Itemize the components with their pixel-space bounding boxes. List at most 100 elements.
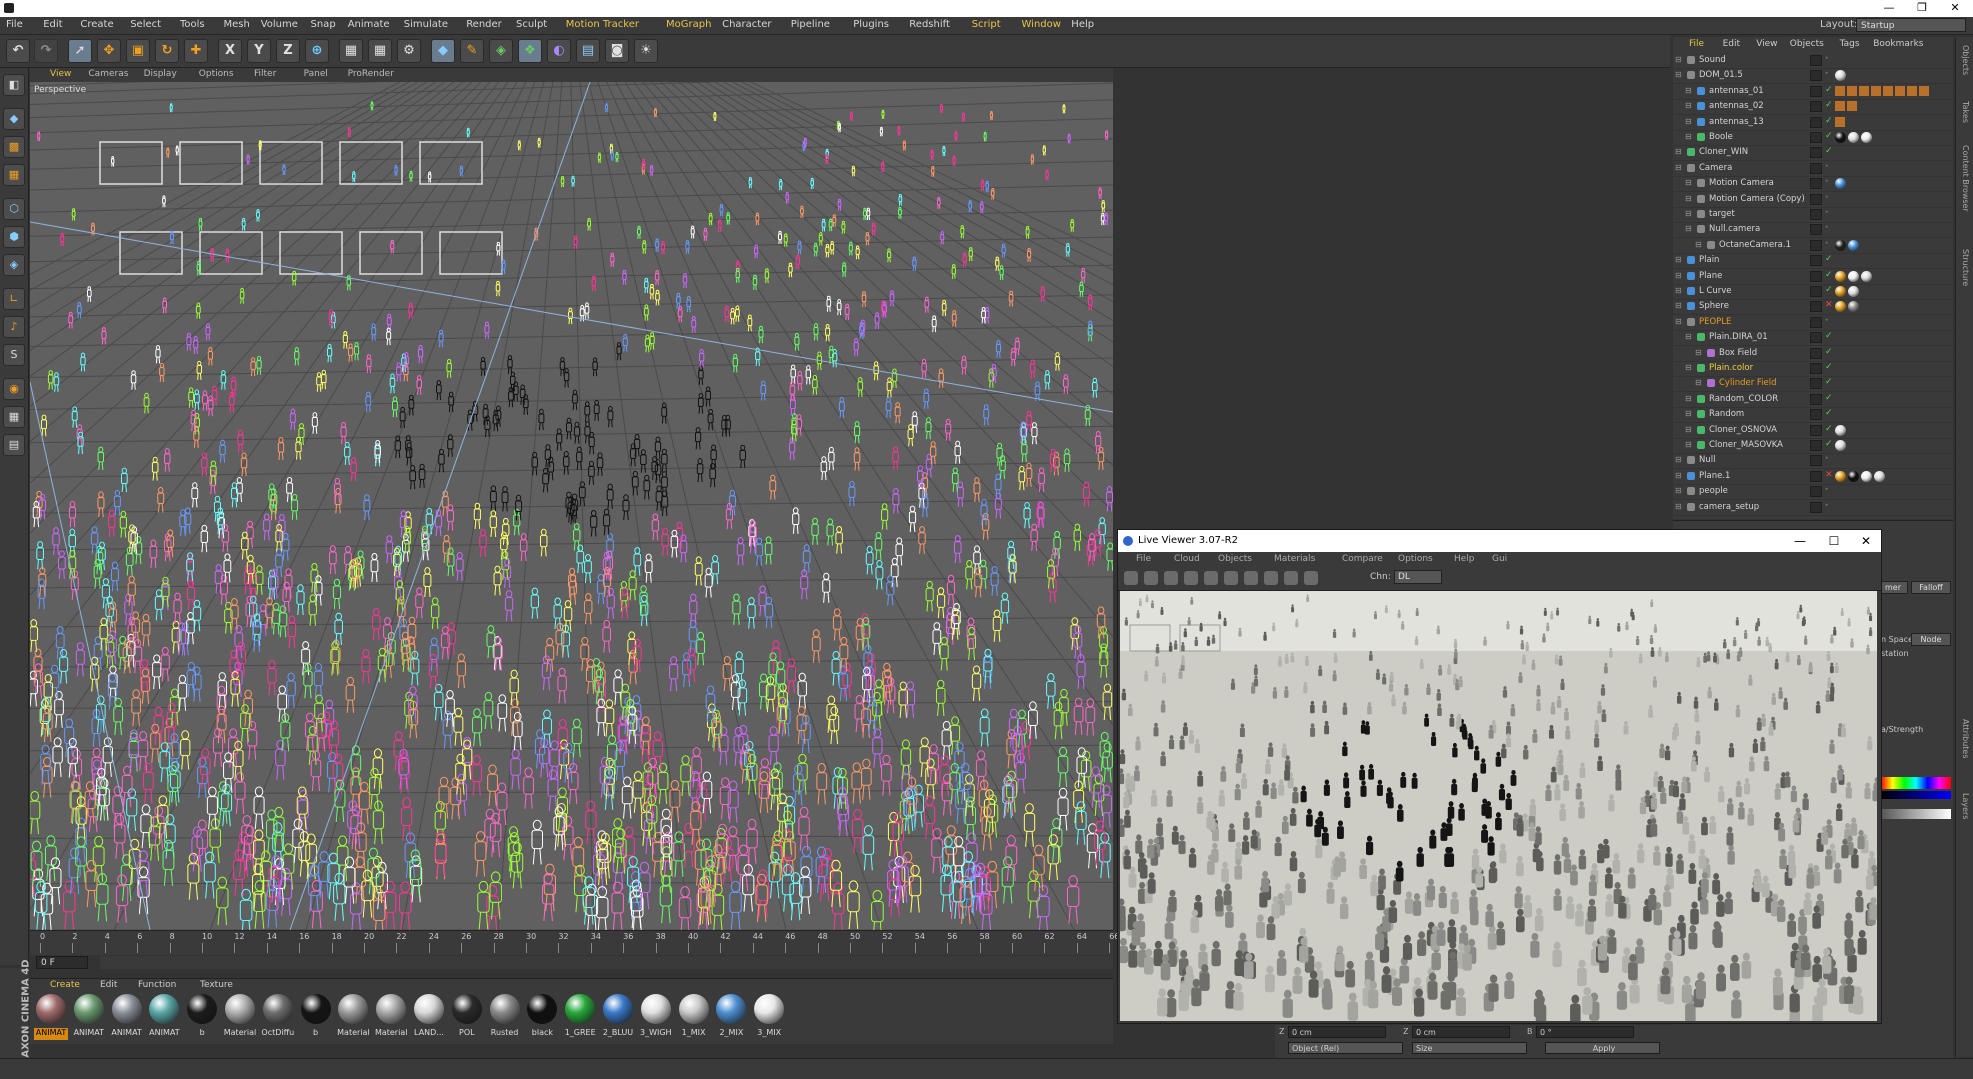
person-leg bbox=[802, 589, 803, 600]
person-head bbox=[92, 223, 94, 226]
layout-select[interactable]: Startup bbox=[1856, 18, 1966, 32]
floor-icon[interactable]: ▤ bbox=[576, 39, 600, 63]
person-head bbox=[1027, 411, 1031, 415]
model-mode-icon[interactable]: ◆ bbox=[3, 108, 25, 130]
texture-mode-icon[interactable]: ▩ bbox=[3, 136, 25, 158]
light-icon[interactable]: ☀ bbox=[634, 39, 658, 63]
person-head bbox=[824, 573, 829, 579]
person-leg bbox=[1089, 777, 1090, 791]
rotate-icon[interactable]: ↻ bbox=[155, 39, 179, 63]
lock-workplane-icon[interactable]: ◉ bbox=[3, 378, 25, 400]
render-view-icon[interactable]: ▦ bbox=[339, 39, 363, 63]
person-head bbox=[736, 652, 742, 659]
y-axis-icon[interactable]: Y bbox=[247, 39, 271, 63]
menu-item-mograph[interactable]: MoGraph bbox=[666, 19, 711, 30]
make-editable-icon[interactable]: ◧ bbox=[3, 74, 25, 96]
pen-icon[interactable]: ✎ bbox=[460, 39, 484, 63]
cube-icon[interactable]: ◆ bbox=[431, 39, 455, 63]
person-leg bbox=[1078, 773, 1079, 787]
viewport-menu-options[interactable]: Options bbox=[199, 69, 234, 79]
person-leg bbox=[958, 498, 959, 507]
person-leg bbox=[274, 683, 275, 695]
viewport-menu-filter[interactable]: Filter bbox=[254, 69, 276, 79]
person-leg bbox=[345, 457, 346, 465]
subdivision-icon[interactable]: ◈ bbox=[489, 39, 513, 63]
locked-icon[interactable]: ▤ bbox=[3, 434, 25, 456]
grid-icon[interactable]: ▦ bbox=[3, 406, 25, 428]
menu-item-mesh[interactable]: Mesh bbox=[224, 19, 250, 30]
menu-item-pipeline[interactable]: Pipeline bbox=[791, 19, 830, 30]
person-leg bbox=[949, 746, 950, 760]
redo-icon[interactable]: ↷ bbox=[34, 39, 58, 63]
viewport-menu-panel[interactable]: Panel bbox=[304, 69, 328, 79]
person-head bbox=[762, 381, 765, 385]
person-head bbox=[491, 511, 496, 517]
person-head bbox=[458, 654, 464, 661]
restore-button[interactable]: ❐ bbox=[1910, 1, 1934, 15]
menu-item-edit[interactable]: Edit bbox=[43, 19, 62, 30]
menu-item-file[interactable]: File bbox=[6, 19, 23, 30]
menu-item-motion-tracker[interactable]: Motion Tracker bbox=[566, 19, 639, 30]
menu-item-plugins[interactable]: Plugins bbox=[853, 19, 889, 30]
menu-item-tools[interactable]: Tools bbox=[180, 19, 205, 30]
snap-icon[interactable]: S bbox=[3, 344, 25, 366]
person-body bbox=[509, 392, 514, 400]
person-leg bbox=[349, 828, 350, 843]
menu-item-sculpt[interactable]: Sculpt bbox=[516, 19, 547, 30]
menu-item-help[interactable]: Help bbox=[1071, 19, 1094, 30]
person-head bbox=[771, 475, 775, 480]
person-head bbox=[634, 772, 641, 781]
person-body bbox=[387, 332, 391, 339]
person-leg bbox=[410, 457, 411, 465]
menu-item-script[interactable]: Script bbox=[972, 19, 1001, 30]
move-icon[interactable]: ✥ bbox=[97, 39, 121, 63]
person-body bbox=[748, 319, 752, 326]
menu-item-select[interactable]: Select bbox=[130, 19, 161, 30]
person-head bbox=[358, 551, 363, 557]
menu-item-window[interactable]: Window bbox=[1022, 19, 1061, 30]
world-coords-icon[interactable]: ⊕ bbox=[305, 39, 329, 63]
3d-viewport[interactable]: Perspective bbox=[30, 82, 1113, 930]
deformer-icon[interactable]: ◐ bbox=[547, 39, 571, 63]
person-leg bbox=[888, 701, 889, 714]
polygons-mode-icon[interactable]: ◈ bbox=[3, 254, 25, 276]
edges-mode-icon[interactable]: ⬢ bbox=[3, 226, 25, 248]
viewport-menu-view[interactable]: View bbox=[50, 69, 71, 79]
viewport-menu-prorender[interactable]: ProRender bbox=[348, 69, 394, 79]
x-axis-icon[interactable]: X bbox=[218, 39, 242, 63]
person-leg bbox=[1000, 352, 1001, 358]
person-body bbox=[387, 318, 391, 325]
person-leg bbox=[681, 918, 682, 930]
workplane-icon[interactable]: ▦ bbox=[3, 164, 25, 186]
viewport-menu-cameras[interactable]: Cameras bbox=[88, 69, 128, 79]
add-icon[interactable]: ✚ bbox=[184, 39, 208, 63]
person-head bbox=[503, 518, 508, 524]
person-head bbox=[813, 630, 819, 637]
person-head bbox=[789, 263, 792, 266]
menu-item-volume[interactable]: Volume bbox=[261, 19, 298, 30]
render-picture-icon[interactable]: ▦ bbox=[368, 39, 392, 63]
select-arrow-icon[interactable]: ➚ bbox=[68, 39, 92, 63]
camera-icon[interactable]: ◙ bbox=[605, 39, 629, 63]
points-mode-icon[interactable]: ⬡ bbox=[3, 198, 25, 220]
scale-icon[interactable]: ▣ bbox=[126, 39, 150, 63]
viewport-menu-display[interactable]: Display bbox=[144, 69, 177, 79]
main-toolbar: ↶ ↷ ➚ ✥ ▣ ↻ ✚ X Y Z ⊕ ▦ ▦ ⚙ ◆ ✎ ◈ ❖ ◐ ▤ … bbox=[0, 35, 1670, 68]
tweak-mode-icon[interactable]: ♪ bbox=[3, 316, 25, 338]
undo-icon[interactable]: ↶ bbox=[6, 39, 30, 63]
close-button[interactable]: ✕ bbox=[1943, 1, 1967, 15]
menu-item-snap[interactable]: Snap bbox=[311, 19, 336, 30]
menu-item-create[interactable]: Create bbox=[80, 19, 113, 30]
menu-item-simulate[interactable]: Simulate bbox=[404, 19, 448, 30]
menu-item-redshift[interactable]: Redshift bbox=[909, 19, 950, 30]
menu-item-character[interactable]: Character bbox=[722, 19, 771, 30]
minimize-button[interactable]: — bbox=[1877, 1, 1901, 15]
person-leg bbox=[616, 767, 617, 781]
menu-item-animate[interactable]: Animate bbox=[348, 19, 390, 30]
array-icon[interactable]: ❖ bbox=[518, 39, 542, 63]
render-settings-icon[interactable]: ⚙ bbox=[397, 39, 421, 63]
axis-mode-icon[interactable]: ∟ bbox=[3, 288, 25, 310]
menu-item-render[interactable]: Render bbox=[466, 19, 502, 30]
z-axis-icon[interactable]: Z bbox=[276, 39, 300, 63]
person-leg bbox=[325, 382, 326, 389]
